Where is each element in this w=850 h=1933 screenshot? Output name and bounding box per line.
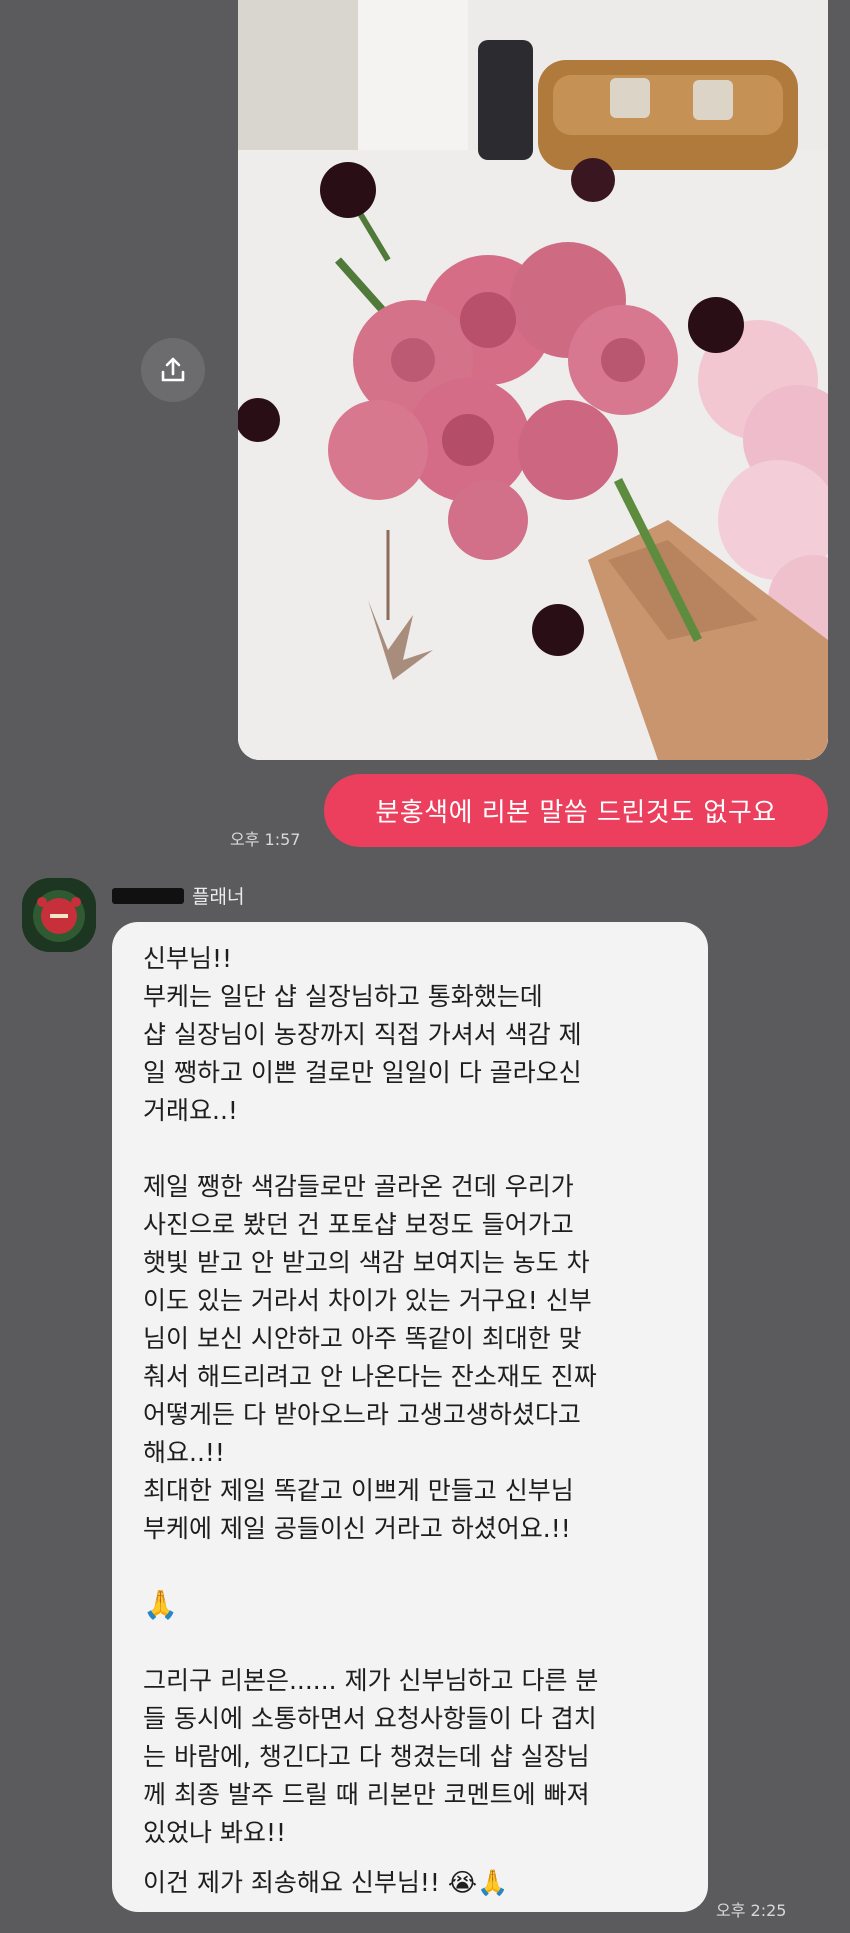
wreath-avatar-icon: [22, 878, 96, 952]
message-line: 그리구 리본은...... 제가 신부님하고 다른 분: [143, 1666, 599, 1695]
redacted-name: [112, 887, 184, 904]
sent-message-text: 분홍색에 리본 말씀 드린것도 없구요: [375, 798, 777, 828]
sent-message-time: 오후 1:57: [230, 830, 301, 849]
message-line: 제일 쨍한 색감들로만 골라온 건데 우리가: [143, 1172, 574, 1201]
avatar[interactable]: [22, 878, 96, 952]
message-line: 햇빛 받고 안 받고의 색감 보여지는 농도 차: [143, 1248, 590, 1277]
message-line: 해요..!!: [143, 1438, 225, 1467]
received-message-time: 오후 2:25: [716, 1901, 787, 1920]
message-line: 어떻게든 다 받아오느라 고생고생하셨다고: [143, 1400, 581, 1429]
message-line: 신부님!!: [143, 944, 233, 973]
message-line: 거래요..!: [143, 1096, 238, 1125]
bouquet-image: [238, 0, 828, 760]
message-line: 사진으로 봤던 건 포토샵 보정도 들어가고: [143, 1210, 574, 1239]
message-line: 있었나 봐요!!: [143, 1818, 286, 1847]
message-line: 부케는 일단 샵 실장님하고 통화했는데: [143, 982, 543, 1011]
message-line: 샵 실장님이 농장까지 직접 가셔서 색감 제: [143, 1020, 582, 1049]
pray-emoji-icon: 🙏: [143, 1588, 178, 1621]
sender-name: 플래너: [192, 886, 245, 908]
received-message-text: 신부님!! 부케는 일단 샵 실장님하고 통화했는데 샵 실장님이 농장까지 직…: [143, 940, 693, 1902]
message-line: 께 최종 발주 드릴 때 리본만 코멘트에 빠져: [143, 1780, 590, 1809]
message-line: 일 쨍하고 이쁜 걸로만 일일이 다 골라오신: [143, 1058, 582, 1087]
message-line: 이건 제가 죄송해요 신부님!! 😭🙏: [143, 1868, 509, 1897]
message-line: 는 바람에, 챙긴다고 다 챙겼는데 샵 실장님: [143, 1742, 590, 1771]
message-line: 님이 보신 시안하고 아주 똑같이 최대한 맞: [143, 1324, 582, 1353]
message-line: 이도 있는 거라서 차이가 있는 거구요! 신부: [143, 1286, 592, 1315]
sender-header: 플래너: [112, 882, 244, 909]
bouquet-photo-message[interactable]: [238, 0, 828, 760]
sent-message-bubble[interactable]: 분홍색에 리본 말씀 드린것도 없구요: [324, 774, 828, 847]
message-line: 춰서 해드리려고 안 나온다는 잔소재도 진짜: [143, 1362, 597, 1391]
share-button[interactable]: [141, 338, 205, 402]
message-line: 최대한 제일 똑같고 이쁘게 만들고 신부님: [143, 1476, 574, 1505]
share-icon: [161, 357, 185, 382]
message-line: 들 동시에 소통하면서 요청사항들이 다 겹치: [143, 1704, 597, 1733]
message-line: 부케에 제일 공들이신 거라고 하셨어요.!!: [143, 1514, 571, 1543]
